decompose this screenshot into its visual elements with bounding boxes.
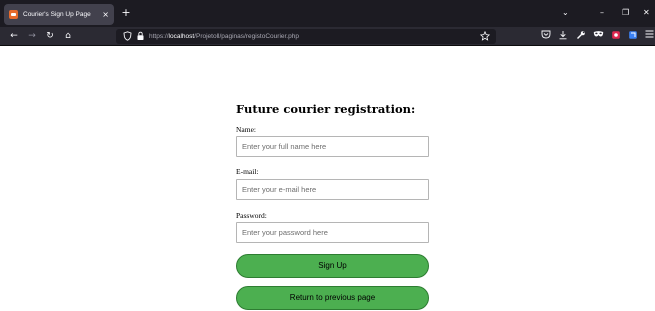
shield-icon[interactable]	[122, 31, 132, 42]
name-label: Name:	[236, 125, 256, 134]
email-field[interactable]	[236, 179, 429, 200]
back-button[interactable]: ←	[8, 30, 20, 42]
home-button[interactable]: ⌂	[62, 30, 74, 42]
tab-title: Courier's Sign Up Page	[23, 11, 91, 18]
star-icon[interactable]	[479, 30, 491, 42]
url-path: /Projetoll/paginas/registoCourier.php	[194, 33, 299, 40]
forward-button[interactable]: →	[26, 30, 38, 42]
reload-button[interactable]: ↻	[44, 30, 56, 42]
url-host: localhost	[168, 33, 195, 40]
favicon-icon	[9, 10, 18, 19]
url-text: https://localhost/Projetoll/paginas/regi…	[149, 31, 299, 42]
wrench-icon[interactable]	[575, 30, 587, 42]
browser-tab[interactable]: Courier's Sign Up Page ×	[4, 4, 114, 25]
name-field[interactable]	[236, 136, 429, 157]
hamburger-icon[interactable]	[643, 30, 655, 42]
download-icon[interactable]	[557, 30, 569, 42]
mask-icon[interactable]	[592, 30, 604, 42]
browser-tab-bar: Courier's Sign Up Page × + ⌄ – ❐ ✕	[0, 0, 655, 27]
restore-button[interactable]: ❐	[622, 7, 629, 19]
close-window-button[interactable]: ✕	[643, 7, 650, 19]
password-field[interactable]	[236, 222, 429, 243]
tab-close-button[interactable]: ×	[102, 10, 109, 19]
new-tab-button[interactable]: +	[119, 6, 133, 20]
password-label: Password:	[236, 211, 267, 220]
extension-icon[interactable]	[610, 30, 622, 42]
url-scheme: https://	[149, 33, 169, 40]
registration-form: Future courier registration: Name: E-mai…	[236, 101, 430, 310]
pocket-icon[interactable]	[540, 30, 552, 42]
sign-up-button[interactable]: Sign Up	[236, 254, 429, 278]
page-title: Future courier registration:	[236, 102, 416, 116]
browser-navigation-bar: ← → ↻ ⌂ https://localhost/Projetoll/pagi…	[0, 27, 655, 46]
email-label: E-mail:	[236, 167, 259, 176]
addon-icon[interactable]	[627, 30, 639, 42]
list-all-tabs-button[interactable]: ⌄	[562, 7, 569, 19]
address-bar[interactable]: https://localhost/Projetoll/paginas/regi…	[116, 29, 496, 44]
minimize-button[interactable]: –	[600, 7, 604, 19]
lock-icon[interactable]	[135, 31, 145, 42]
return-button[interactable]: Return to previous page	[236, 286, 429, 310]
